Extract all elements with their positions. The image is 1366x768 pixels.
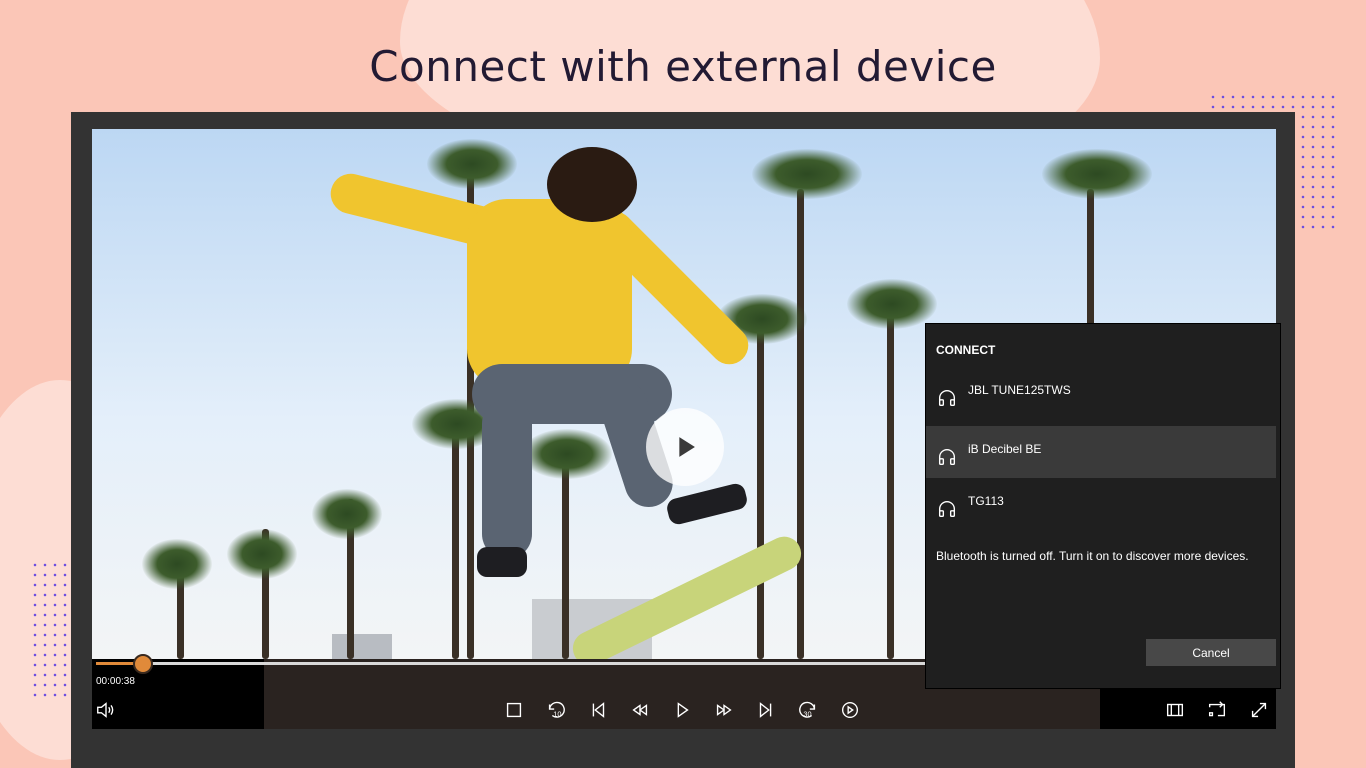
palm-trunk — [757, 319, 764, 659]
fullscreen-icon — [1251, 702, 1267, 718]
skater-head — [547, 147, 637, 222]
device-item-tg113[interactable]: TG113 — [926, 478, 1276, 530]
stop-button[interactable] — [501, 697, 527, 723]
rewind-10-button[interactable]: 10 — [543, 697, 569, 723]
playback-speed-icon — [841, 701, 859, 719]
skater-shoe — [665, 481, 749, 527]
device-item-jbl[interactable]: JBL TUNE125TWS — [926, 367, 1276, 419]
svg-text:10: 10 — [553, 709, 561, 718]
next-button[interactable] — [753, 697, 779, 723]
skater-shoe — [477, 547, 527, 577]
headphones-icon — [938, 501, 956, 518]
seek-bar-handle[interactable] — [133, 654, 153, 674]
palm-fronds — [227, 529, 297, 579]
aspect-ratio-button[interactable] — [1162, 697, 1188, 723]
forward-30-icon: 30 — [799, 701, 816, 718]
palm-fronds — [142, 539, 212, 589]
palm-fronds — [1042, 149, 1152, 199]
center-play-button[interactable] — [646, 408, 724, 486]
device-name: JBL TUNE125TWS — [968, 383, 1071, 397]
headline: Connect with external device — [369, 42, 997, 91]
dot-pattern-bottom-left — [30, 560, 74, 700]
device-name: TG113 — [968, 494, 1004, 508]
skater-leg-left — [482, 399, 532, 559]
seek-bar[interactable] — [96, 662, 926, 665]
play-icon — [677, 702, 689, 718]
volume-icon — [97, 702, 114, 718]
palm-trunk — [887, 309, 894, 659]
aspect-ratio-icon — [1166, 703, 1184, 717]
volume-button[interactable] — [93, 697, 119, 723]
cast-icon — [1208, 701, 1226, 717]
play-button[interactable] — [669, 697, 695, 723]
current-time: 00:00:38 — [96, 676, 135, 687]
headphones-icon — [938, 449, 956, 466]
bluetooth-off-message: Bluetooth is turned off. Turn it on to d… — [936, 549, 1249, 563]
palm-fronds — [427, 139, 517, 189]
playback-speed-button[interactable] — [837, 697, 863, 723]
building — [332, 634, 392, 659]
cancel-button[interactable]: Cancel — [1146, 639, 1276, 666]
palm-fronds — [752, 149, 862, 199]
palm-fronds — [847, 279, 937, 329]
rewind-10-icon: 10 — [548, 701, 565, 718]
skater-torso — [467, 199, 632, 389]
palm-trunk — [797, 189, 804, 659]
palm-trunk — [562, 449, 569, 659]
fullscreen-button[interactable] — [1246, 697, 1272, 723]
device-name: iB Decibel BE — [968, 442, 1042, 456]
previous-button[interactable] — [585, 697, 611, 723]
palm-fronds — [312, 489, 382, 539]
connect-panel-title: CONNECT — [936, 343, 996, 357]
cast-button[interactable] — [1204, 697, 1230, 723]
svg-text:30: 30 — [803, 709, 811, 718]
device-item-ib-decibel[interactable]: iB Decibel BE — [926, 426, 1276, 478]
fast-rewind-icon — [632, 704, 648, 716]
headphones-icon — [938, 390, 956, 407]
fast-forward-icon — [716, 704, 732, 716]
forward-30-button[interactable]: 30 — [795, 697, 821, 723]
next-icon — [759, 702, 772, 718]
previous-icon — [592, 702, 605, 718]
palm-fronds — [522, 429, 612, 479]
connect-panel: CONNECT JBL TUNE125TWS iB Decibel BE TG1… — [926, 324, 1280, 688]
play-icon — [679, 437, 695, 457]
stop-icon — [506, 702, 522, 718]
skateboard — [567, 530, 807, 659]
fast-forward-button[interactable] — [711, 697, 737, 723]
fast-rewind-button[interactable] — [627, 697, 653, 723]
